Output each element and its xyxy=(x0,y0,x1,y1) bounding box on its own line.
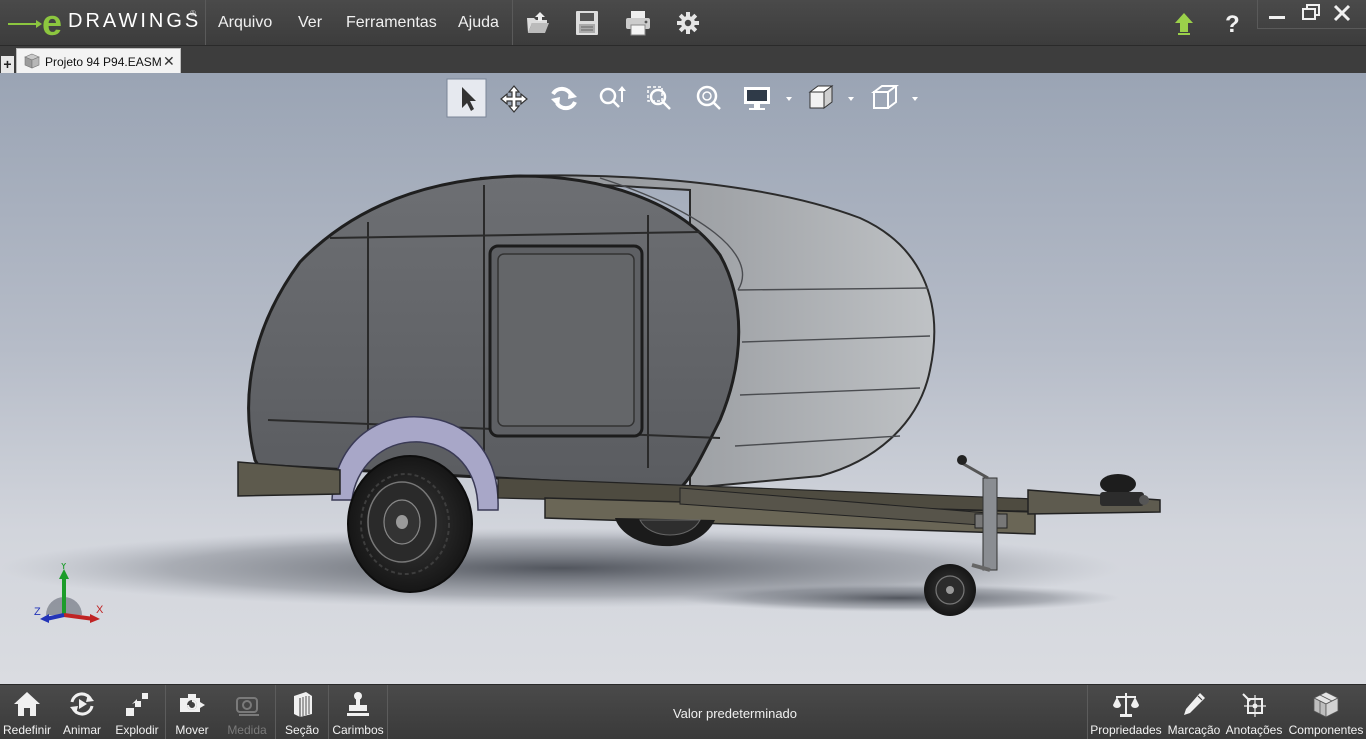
status-text: Valor predeterminado xyxy=(672,706,798,721)
minimize-icon[interactable] xyxy=(1269,16,1285,19)
tab-projeto-94[interactable]: Projeto 94 P94.EASM ✕ xyxy=(16,48,181,73)
help-icon[interactable]: ? xyxy=(1218,9,1246,37)
hitch-coupler xyxy=(1100,474,1149,506)
open-folder-icon[interactable] xyxy=(524,9,552,37)
explode-button[interactable]: Explodir xyxy=(110,685,164,739)
reset-label: Redefinir xyxy=(2,723,52,737)
properties-button[interactable]: Propriedades xyxy=(1088,685,1164,739)
markup-label: Marcação xyxy=(1167,723,1221,737)
restore-icon[interactable] xyxy=(1302,4,1320,20)
logo-word: DRAWINGS xyxy=(68,10,202,32)
edrawings-logo: e DRAWINGS ® xyxy=(0,0,206,45)
side-door xyxy=(488,244,644,438)
components-button[interactable]: Componentes xyxy=(1286,685,1366,739)
measure-button[interactable]: Medida xyxy=(220,685,274,739)
window-controls-icons xyxy=(1269,4,1351,22)
stamp-icon xyxy=(347,692,369,716)
animate-label: Animar xyxy=(62,723,101,737)
home-icon xyxy=(14,692,40,716)
reset-button[interactable]: Redefinir xyxy=(0,685,54,739)
measure-label: Medida xyxy=(227,723,267,737)
window-controls xyxy=(1257,0,1366,29)
update-arrow-icon[interactable] xyxy=(1170,9,1198,37)
annotations-label: Anotações xyxy=(1225,723,1283,737)
svg-text:?: ? xyxy=(1225,11,1240,37)
toolbar-divider xyxy=(275,685,276,739)
print-icon[interactable] xyxy=(624,9,652,37)
animate-button[interactable]: Animar xyxy=(56,685,108,739)
save-icon[interactable] xyxy=(573,9,601,37)
menu-ver[interactable]: Ver xyxy=(298,14,322,32)
menu-divider xyxy=(512,0,513,45)
scales-icon xyxy=(1113,693,1139,717)
move-button[interactable]: Mover xyxy=(168,685,216,739)
settings-gear-icon[interactable] xyxy=(674,9,702,37)
menu-ferramentas[interactable]: Ferramentas xyxy=(346,14,437,32)
triad-x-label: X xyxy=(96,604,104,616)
new-tab-button[interactable]: + xyxy=(1,56,14,73)
stamps-label: Carimbos xyxy=(332,723,384,737)
axis-triad: Y X Z xyxy=(34,563,104,623)
assembly-icon xyxy=(24,53,40,69)
menu-ajuda[interactable]: Ajuda xyxy=(458,14,499,32)
annotation-icon xyxy=(1242,693,1266,717)
toolbar-divider xyxy=(387,685,388,739)
ground-shadow-tail xyxy=(680,584,1120,612)
triad-y-label: Y xyxy=(60,563,68,572)
close-icon[interactable] xyxy=(1333,4,1351,22)
section-label: Seção xyxy=(284,723,320,737)
triad-z-label: Z xyxy=(34,606,41,618)
menu-arquivo[interactable]: Arquivo xyxy=(218,14,272,32)
3d-viewport[interactable]: Y X Z xyxy=(0,73,1366,684)
explode-label: Explodir xyxy=(115,723,159,737)
tab-close-icon[interactable]: ✕ xyxy=(163,53,175,70)
camper-trailer-model[interactable] xyxy=(0,73,1366,684)
edrawings-logo-icon: e xyxy=(8,4,62,40)
move-icon xyxy=(180,694,205,712)
components-label: Componentes xyxy=(1288,723,1364,737)
tab-label: Projeto 94 P94.EASM xyxy=(45,55,162,69)
move-label: Mover xyxy=(175,723,209,737)
markup-button[interactable]: Marcação xyxy=(1166,685,1222,739)
pencil-icon xyxy=(1184,693,1205,715)
toolbar-divider xyxy=(328,685,329,739)
annotations-button[interactable]: Anotações xyxy=(1224,685,1284,739)
properties-label: Propriedades xyxy=(1090,723,1162,737)
section-button[interactable]: Seção xyxy=(278,685,326,739)
document-tab-strip: + Projeto 94 P94.EASM ✕ xyxy=(0,46,1366,73)
section-icon xyxy=(294,692,312,717)
animate-icon xyxy=(70,692,94,716)
svg-text:e: e xyxy=(42,4,62,40)
near-wheel xyxy=(347,455,473,593)
logo-registered-mark: ® xyxy=(190,9,196,18)
stamps-button[interactable]: Carimbos xyxy=(330,685,386,739)
bottom-toolbar: Redefinir Animar Explodir Mover Medida S… xyxy=(0,684,1366,739)
measure-icon xyxy=(236,697,259,716)
components-icon xyxy=(1313,691,1339,718)
explode-icon xyxy=(126,693,148,716)
toolbar-divider xyxy=(165,685,166,739)
top-menu-bar: e DRAWINGS ® Arquivo Ver Ferramentas Aju… xyxy=(0,0,1366,46)
